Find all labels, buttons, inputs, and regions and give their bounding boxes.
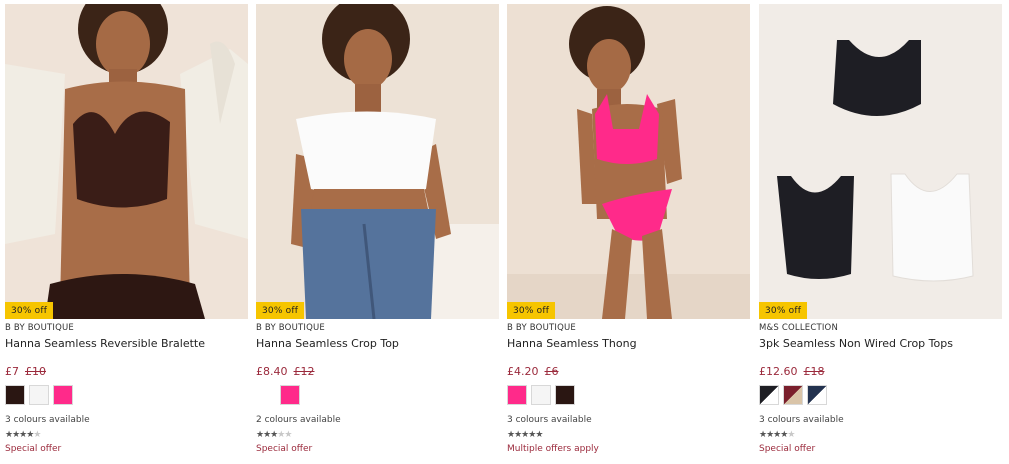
current-price: £7 [5, 365, 19, 378]
colour-swatch-navy-white[interactable] [807, 385, 827, 405]
discount-badge: 30% off [759, 302, 808, 319]
product-title[interactable]: Hanna Seamless Reversible Bralette [5, 337, 205, 350]
offer-link[interactable]: Special offer [759, 444, 815, 454]
star-empty-icon: ★ [787, 430, 795, 440]
colour-swatch-pink[interactable] [53, 385, 73, 405]
product-price: £12.60 £18 [759, 365, 825, 378]
current-price: £8.40 [256, 365, 288, 378]
colours-available: 3 colours available [507, 415, 592, 425]
original-price: £18 [803, 365, 825, 378]
product-card[interactable]: 30% off B BY BOUTIQUE Hanna Seamless Rev… [5, 4, 248, 464]
rating-stars: ★★★★★ [759, 430, 795, 440]
colour-swatch-pink[interactable] [507, 385, 527, 405]
colours-available: 3 colours available [5, 415, 90, 425]
product-price: £7 £10 [5, 365, 46, 378]
colour-swatch-pink[interactable] [280, 385, 300, 405]
product-card[interactable]: 30% off M&S COLLECTION 3pk Seamless Non … [759, 4, 1002, 464]
rating-stars: ★★★★★ [5, 430, 41, 440]
colours-available: 3 colours available [759, 415, 844, 425]
current-price: £4.20 [507, 365, 539, 378]
colours-available: 2 colours available [256, 415, 341, 425]
original-price: £10 [25, 365, 46, 378]
product-grid: 30% off B BY BOUTIQUE Hanna Seamless Rev… [0, 0, 1009, 464]
discount-badge: 30% off [256, 302, 305, 319]
colour-swatch-burgundy-beige[interactable] [783, 385, 803, 405]
product-card[interactable]: 30% off B BY BOUTIQUE Hanna Seamless Tho… [507, 4, 750, 464]
product-title[interactable]: 3pk Seamless Non Wired Crop Tops [759, 337, 953, 350]
colour-swatch-brown[interactable] [5, 385, 25, 405]
colour-swatch-white[interactable] [531, 385, 551, 405]
rating-stars: ★★★★★ [507, 430, 543, 440]
star-half-icon: ★ [535, 430, 543, 440]
colour-swatch-brown[interactable] [555, 385, 575, 405]
original-price: £6 [544, 365, 559, 378]
offer-link[interactable]: Special offer [256, 444, 312, 454]
colour-swatch-black-white[interactable] [759, 385, 779, 405]
original-price: £12 [293, 365, 315, 378]
product-price: £8.40 £12 [256, 365, 315, 378]
product-brand: B BY BOUTIQUE [5, 323, 74, 333]
discount-badge: 30% off [5, 302, 54, 319]
colour-swatches [5, 385, 77, 407]
current-price: £12.60 [759, 365, 798, 378]
rating-stars: ★★★★★ [256, 430, 292, 440]
offer-link[interactable]: Multiple offers apply [507, 444, 599, 454]
product-image[interactable]: 30% off [5, 4, 248, 319]
colour-swatch-white[interactable] [29, 385, 49, 405]
colour-swatches [507, 385, 579, 407]
colour-swatches [256, 385, 304, 407]
star-empty-icon: ★ [284, 430, 292, 440]
colour-swatches [759, 385, 831, 407]
product-brand: M&S COLLECTION [759, 323, 839, 333]
product-title[interactable]: Hanna Seamless Thong [507, 337, 637, 350]
product-brand: B BY BOUTIQUE [507, 323, 576, 333]
product-price: £4.20 £6 [507, 365, 559, 378]
product-image[interactable]: 30% off [507, 4, 750, 319]
product-image[interactable]: 30% off [256, 4, 499, 319]
star-empty-icon: ★ [33, 430, 41, 440]
product-image[interactable]: 30% off [759, 4, 1002, 319]
product-card[interactable]: 30% off B BY BOUTIQUE Hanna Seamless Cro… [256, 4, 499, 464]
product-title[interactable]: Hanna Seamless Crop Top [256, 337, 399, 350]
offer-link[interactable]: Special offer [5, 444, 61, 454]
colour-swatch-white[interactable] [256, 385, 276, 405]
product-brand: B BY BOUTIQUE [256, 323, 325, 333]
discount-badge: 30% off [507, 302, 556, 319]
